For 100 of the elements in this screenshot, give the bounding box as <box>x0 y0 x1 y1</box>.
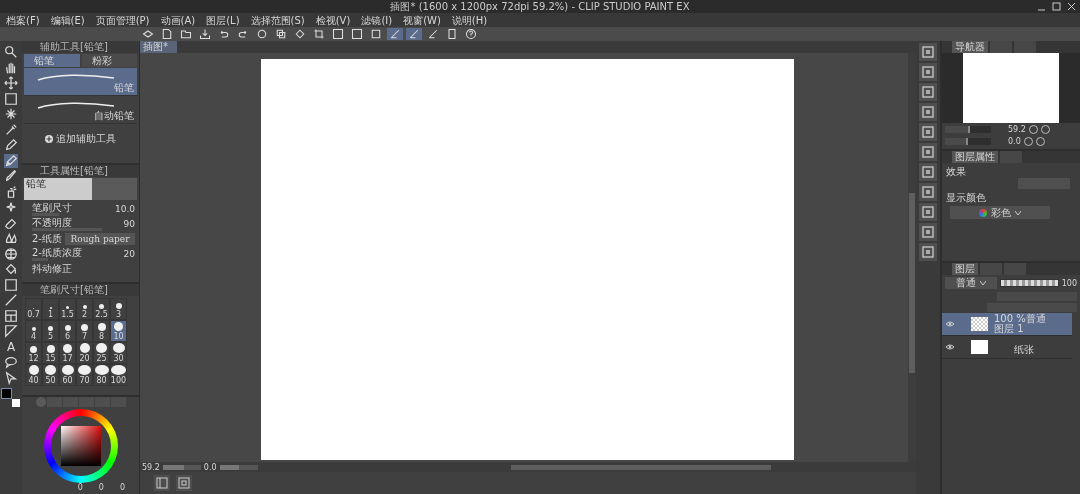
property-slider[interactable]: 2-纸质浓度 <box>32 246 110 261</box>
panel-icon[interactable] <box>919 63 937 81</box>
layers-icon[interactable] <box>140 28 156 40</box>
search-icon[interactable] <box>4 45 18 59</box>
menu-item[interactable]: 检视(V) <box>315 13 351 27</box>
property-value[interactable]: 20 <box>113 248 135 259</box>
text-tool[interactable]: A <box>6 339 16 354</box>
arrow-icon[interactable] <box>4 370 18 385</box>
brush-size-preset[interactable]: 50 <box>42 364 59 386</box>
speech-bubble-icon[interactable] <box>4 355 18 369</box>
brush-icon[interactable] <box>4 169 18 183</box>
horizontal-scrollbar[interactable] <box>510 464 771 470</box>
pen-angle-icon[interactable] <box>387 28 403 40</box>
angle-value[interactable]: 0.0 <box>1008 136 1021 146</box>
panel-icon[interactable] <box>919 243 937 261</box>
tool-group-tab[interactable]: 粉彩 <box>81 54 137 67</box>
layer-row[interactable]: 纸张 <box>942 336 1072 359</box>
property-value[interactable]: 10.0 <box>113 203 135 214</box>
blob-icon[interactable] <box>4 231 18 245</box>
brush-size-preset[interactable]: 1 <box>42 298 59 320</box>
brush-size-preset[interactable]: 0.7 <box>25 298 42 320</box>
brush-size-preset[interactable]: 20 <box>76 342 93 364</box>
color-wheel-tab[interactable] <box>36 397 46 407</box>
menu-item[interactable]: 页面管理(P) <box>95 13 150 27</box>
help-icon[interactable] <box>463 28 479 40</box>
eye-icon[interactable] <box>945 343 955 351</box>
pen-angle-icon[interactable] <box>406 28 422 40</box>
menu-item[interactable]: 图层(L) <box>206 13 240 27</box>
brush-size-preset[interactable]: 12 <box>25 342 42 364</box>
brush-size-preset[interactable]: 7 <box>76 320 93 342</box>
menu-item[interactable]: 动画(A) <box>160 13 196 27</box>
selection-icon[interactable] <box>4 91 18 106</box>
sub-tool-item[interactable]: 自动铅笔 <box>24 96 137 124</box>
navigator-tab[interactable]: 导航器 <box>952 41 988 53</box>
tool-group-tab[interactable]: 铅笔 <box>24 54 80 67</box>
sparkle-icon[interactable] <box>4 107 18 121</box>
brush-size-preset[interactable]: 10 <box>110 320 127 342</box>
panel-icon[interactable] <box>919 163 937 181</box>
zoom-value[interactable]: 59.2 <box>1008 124 1026 134</box>
zoom-value[interactable]: 59.2 <box>142 462 160 472</box>
brush-size-preset[interactable]: 2.5 <box>93 298 110 320</box>
slider-fill[interactable] <box>219 464 239 470</box>
folder-icon[interactable] <box>178 28 194 40</box>
color-panel-tab[interactable] <box>79 397 94 407</box>
blend-mode-dropdown[interactable]: 普通 <box>945 277 997 289</box>
panel-icon[interactable] <box>919 83 937 101</box>
canvas-tab[interactable]: 插图* <box>140 41 177 53</box>
close-icon[interactable] <box>1067 2 1076 11</box>
layer-property-tab[interactable]: 图层属性 <box>952 151 998 163</box>
brush-size-preset[interactable]: 4 <box>25 320 42 342</box>
panel-icon[interactable] <box>919 203 937 221</box>
frame-icon[interactable] <box>4 308 18 323</box>
property-value[interactable]: 90 <box>113 218 135 229</box>
menu-item[interactable]: 滤镜(I) <box>361 13 393 27</box>
tray-icon[interactable] <box>197 28 213 40</box>
brush-size-preset[interactable]: 1.5 <box>59 298 76 320</box>
eyedropper-icon[interactable] <box>4 122 18 137</box>
angle-value[interactable]: 0.0 <box>203 462 217 472</box>
saturation-value-square[interactable] <box>60 425 101 466</box>
pencil-icon[interactable] <box>4 153 18 168</box>
background-color-swatch[interactable] <box>12 399 20 407</box>
brush-size-preset[interactable]: 25 <box>93 342 110 364</box>
add-sub-tool-button[interactable]: 追加辅助工具 <box>56 132 116 146</box>
panel-icon[interactable] <box>919 223 937 241</box>
layer-row[interactable]: 100 %普通 图层 1 <box>942 313 1072 336</box>
brush-size-preset[interactable]: 2 <box>76 298 93 320</box>
color-panel-tab[interactable] <box>111 397 126 407</box>
color-panel-tab[interactable] <box>95 397 110 407</box>
hand-icon[interactable] <box>4 60 18 75</box>
brush-size-preset[interactable]: 60 <box>59 364 76 386</box>
layer-tab[interactable]: 图层 <box>952 263 978 275</box>
maximize-icon[interactable] <box>1052 2 1061 11</box>
brush-size-preset[interactable]: 70 <box>76 364 93 386</box>
property-slider[interactable]: 不透明度 <box>32 216 110 231</box>
slider-fill[interactable] <box>162 464 184 470</box>
display-color-dropdown[interactable]: 彩色 <box>950 206 1050 219</box>
square-icon[interactable] <box>330 28 346 40</box>
panel-icon[interactable] <box>919 43 937 61</box>
color-panel-tab[interactable] <box>47 397 62 407</box>
menu-item[interactable]: 档案(F) <box>6 13 40 27</box>
brush-size-preset[interactable]: 100 <box>110 364 127 386</box>
menu-item[interactable]: 选择范围(S) <box>250 13 305 27</box>
eye-icon[interactable] <box>945 320 955 328</box>
menu-item[interactable]: 视窗(W) <box>403 13 441 27</box>
menu-item[interactable]: 说明(H) <box>451 13 488 27</box>
star-icon[interactable] <box>4 200 18 214</box>
menu-item[interactable]: 编辑(E) <box>50 13 85 27</box>
brush-size-preset[interactable]: 40 <box>25 364 42 386</box>
color-panel-tab[interactable] <box>63 397 78 407</box>
panel-icon[interactable] <box>919 143 937 161</box>
brush-size-preset[interactable]: 80 <box>93 364 110 386</box>
panel-icon[interactable] <box>919 103 937 121</box>
brush-size-preset[interactable]: 6 <box>59 320 76 342</box>
brush-size-preset[interactable]: 5 <box>42 320 59 342</box>
brush-size-preset[interactable]: 15 <box>42 342 59 364</box>
line-icon[interactable] <box>4 293 18 307</box>
slider-thumb[interactable] <box>945 125 971 133</box>
plus-icon[interactable] <box>45 135 53 143</box>
property-slider[interactable]: 笔刷尺寸 <box>32 201 110 216</box>
brush-size-preset[interactable]: 17 <box>59 342 76 364</box>
